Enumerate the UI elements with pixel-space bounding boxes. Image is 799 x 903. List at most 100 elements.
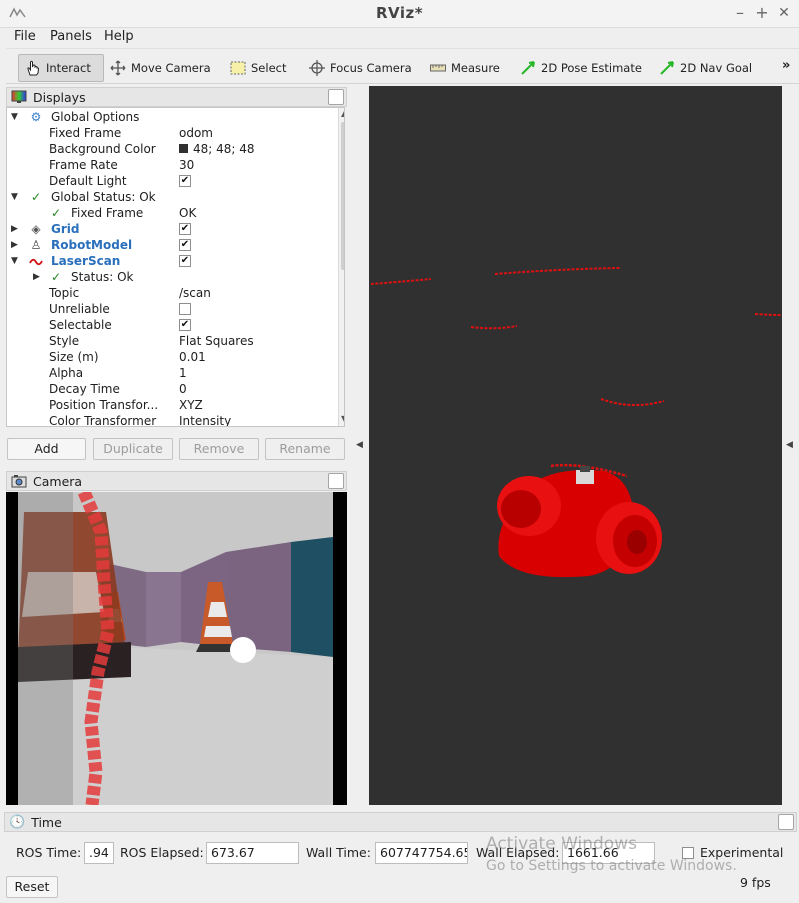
tree-row-global-status[interactable]: ▼ ✓ Global Status: Ok	[7, 189, 337, 205]
frame-rate-value[interactable]: 30	[179, 157, 194, 173]
tree-row-fixed-frame[interactable]: Fixed Frame odom	[7, 125, 337, 141]
tree-row-laser-status[interactable]: ▶ ✓ Status: Ok	[7, 269, 337, 285]
tree-row-robot-model[interactable]: ▶ ♙ RobotModel ✔	[7, 237, 337, 253]
alpha-label: Alpha	[49, 366, 84, 380]
selectable-checkbox[interactable]: ✔	[179, 318, 191, 331]
toolbar-overflow-button[interactable]: »	[782, 58, 790, 73]
style-value[interactable]: Flat Squares	[179, 333, 254, 349]
scroll-down-icon[interactable]: ▼	[341, 414, 344, 423]
tree-row-laser-scan[interactable]: ▼ LaserScan ✔	[7, 253, 337, 269]
unreliable-checkbox[interactable]	[179, 302, 191, 315]
measure-tool[interactable]: Measure	[424, 54, 506, 82]
move-camera-label: Move Camera	[131, 61, 211, 75]
camera-image-view[interactable]	[6, 492, 347, 805]
duplicate-display-button[interactable]: Duplicate	[93, 438, 173, 460]
alpha-value[interactable]: 1	[179, 365, 187, 381]
tree-row-color-transformer[interactable]: Color Transformer Intensity	[7, 413, 337, 426]
window-title: RViz*	[375, 4, 424, 22]
green-arrow-icon	[521, 61, 535, 75]
decay-time-value[interactable]: 0	[179, 381, 187, 397]
tree-row-grid[interactable]: ▶ ◈ Grid ✔	[7, 221, 337, 237]
laser-scan-label: LaserScan	[51, 254, 121, 268]
size-label: Size (m)	[49, 350, 99, 364]
tree-row-status-fixed-frame[interactable]: ✓ Fixed Frame OK	[7, 205, 337, 221]
menu-panels[interactable]: Panels	[50, 28, 92, 48]
expand-arrow-icon[interactable]: ▼	[11, 189, 21, 205]
rename-display-button[interactable]: Rename	[265, 438, 345, 460]
checkmark-icon: ✓	[50, 270, 62, 284]
tree-row-default-light[interactable]: Default Light ✔	[7, 173, 337, 189]
focus-camera-tool[interactable]: Focus Camera	[303, 54, 418, 82]
displays-title: Displays	[33, 89, 86, 105]
tree-row-frame-rate[interactable]: Frame Rate 30	[7, 157, 337, 173]
checkmark-icon: ✓	[30, 190, 42, 204]
reset-button[interactable]: Reset	[6, 876, 58, 898]
tree-row-topic[interactable]: Topic /scan	[7, 285, 337, 301]
color-transformer-value[interactable]: Intensity	[179, 413, 231, 426]
collapse-right-icon[interactable]: ◀	[786, 440, 793, 450]
laser-scan-checkbox[interactable]: ✔	[179, 254, 191, 267]
time-panel-float-button[interactable]	[778, 814, 794, 830]
tree-row-alpha[interactable]: Alpha 1	[7, 365, 337, 381]
scrollbar-thumb[interactable]	[341, 122, 344, 270]
close-button[interactable]: ✕	[774, 3, 794, 23]
wall-time-label: Wall Time:	[306, 845, 371, 860]
topic-value[interactable]: /scan	[179, 285, 211, 301]
wall-time-field[interactable]: 607747754.65	[375, 842, 468, 864]
collapse-left-icon[interactable]: ◀	[356, 440, 363, 450]
color-swatch	[179, 144, 188, 153]
ros-time-label: ROS Time:	[16, 845, 82, 860]
status-fixed-frame-value: OK	[179, 206, 197, 220]
pose-estimate-tool[interactable]: 2D Pose Estimate	[514, 54, 648, 82]
remove-display-button[interactable]: Remove	[179, 438, 259, 460]
tree-scrollbar[interactable]: ▲ ▼	[338, 108, 344, 426]
select-tool[interactable]: Select	[224, 54, 292, 82]
add-display-button[interactable]: Add	[7, 438, 86, 460]
ros-time-field[interactable]: .94	[84, 842, 114, 864]
tree-row-background-color[interactable]: Background Color 48; 48; 48	[7, 141, 337, 157]
interact-tool[interactable]: Interact	[18, 54, 104, 82]
time-panel-header: 🕓 Time	[4, 812, 797, 832]
3d-viewport[interactable]	[369, 86, 783, 805]
maximize-button[interactable]: +	[752, 3, 772, 23]
scroll-up-icon[interactable]: ▲	[341, 109, 344, 118]
topic-label: Topic	[49, 286, 80, 300]
default-light-checkbox[interactable]: ✔	[179, 174, 191, 187]
tree-row-style[interactable]: Style Flat Squares	[7, 333, 337, 349]
laser-status-label: Status: Ok	[71, 270, 134, 284]
size-value[interactable]: 0.01	[179, 349, 206, 365]
camera-panel-float-button[interactable]	[328, 473, 344, 489]
interact-label: Interact	[46, 61, 91, 75]
move-arrows-icon	[110, 60, 126, 76]
minimize-button[interactable]: –	[730, 3, 750, 23]
expand-arrow-icon[interactable]: ▼	[11, 253, 21, 269]
robot-model-label: RobotModel	[51, 238, 133, 252]
menu-help[interactable]: Help	[104, 28, 134, 48]
tree-row-decay-time[interactable]: Decay Time 0	[7, 381, 337, 397]
robot-model-checkbox[interactable]: ✔	[179, 238, 191, 251]
expand-arrow-icon[interactable]: ▼	[11, 109, 21, 125]
collapse-arrow-icon[interactable]: ▶	[11, 221, 21, 237]
tree-row-size[interactable]: Size (m) 0.01	[7, 349, 337, 365]
fixed-frame-value[interactable]: odom	[179, 125, 213, 141]
default-light-label: Default Light	[49, 174, 127, 188]
background-color-field[interactable]: 48; 48; 48	[179, 141, 255, 157]
tree-row-selectable[interactable]: Selectable ✔	[7, 317, 337, 333]
collapse-arrow-icon[interactable]: ▶	[11, 237, 21, 253]
focus-camera-label: Focus Camera	[330, 61, 412, 75]
clock-icon: 🕓	[9, 814, 26, 830]
tree-row-position-transformer[interactable]: Position Transfor... XYZ	[7, 397, 337, 413]
ros-elapsed-field[interactable]: 673.67	[206, 842, 299, 864]
nav-goal-tool[interactable]: 2D Nav Goal	[653, 54, 758, 82]
tree-row-unreliable[interactable]: Unreliable	[7, 301, 337, 317]
grid-icon: ◈	[31, 222, 41, 236]
move-camera-tool[interactable]: Move Camera	[104, 54, 217, 82]
displays-panel-float-button[interactable]	[328, 89, 344, 105]
menu-file[interactable]: File	[14, 28, 36, 48]
grid-checkbox[interactable]: ✔	[179, 222, 191, 235]
position-transformer-value[interactable]: XYZ	[179, 397, 203, 413]
collapse-arrow-icon[interactable]: ▶	[33, 269, 43, 285]
tree-row-global-options[interactable]: ▼ ⚙ Global Options	[7, 109, 337, 125]
robot-model	[497, 466, 662, 578]
ruler-icon	[430, 64, 446, 72]
